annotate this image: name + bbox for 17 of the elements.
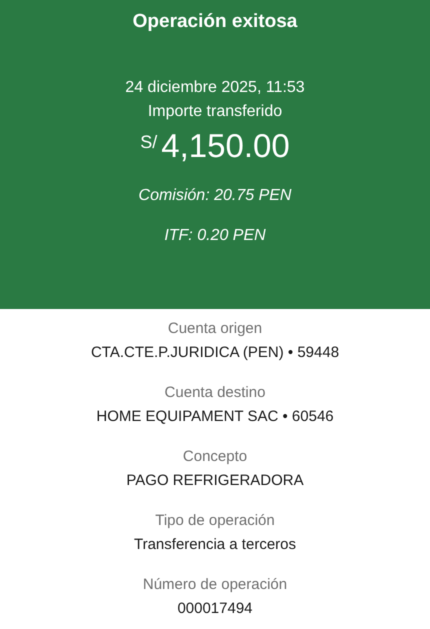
detail-label: Tipo de operación — [155, 511, 275, 531]
banner-title: Operación exitosa — [132, 10, 298, 34]
detail-value: CTA.CTE.P.JURIDICA (PEN) • 59448 — [90, 343, 340, 363]
detail-value: 000017494 — [177, 599, 253, 619]
currency-symbol: S/ — [140, 132, 158, 152]
detail-value: Transferencia a terceros — [134, 535, 296, 555]
operation-date: 24 diciembre 2025, 11:53 — [125, 78, 305, 98]
detail-value: HOME EQUIPAMENT SAC • 60546 — [96, 407, 334, 427]
amount-label: Importe transferido — [148, 102, 282, 122]
detail-value: PAGO REFRIGERADORA — [126, 471, 304, 491]
detail-label: Número de operación — [142, 575, 288, 595]
fee-text: ITF: 0.20 PEN — [164, 226, 266, 246]
detail-label: Cuenta origen — [168, 319, 262, 339]
detail-label: Concepto — [182, 447, 248, 467]
amount-value: 4,150.00 — [161, 126, 290, 166]
fee-text: Comisión: 20.75 PEN — [138, 186, 292, 206]
detail-label: Cuenta destino — [164, 383, 266, 403]
